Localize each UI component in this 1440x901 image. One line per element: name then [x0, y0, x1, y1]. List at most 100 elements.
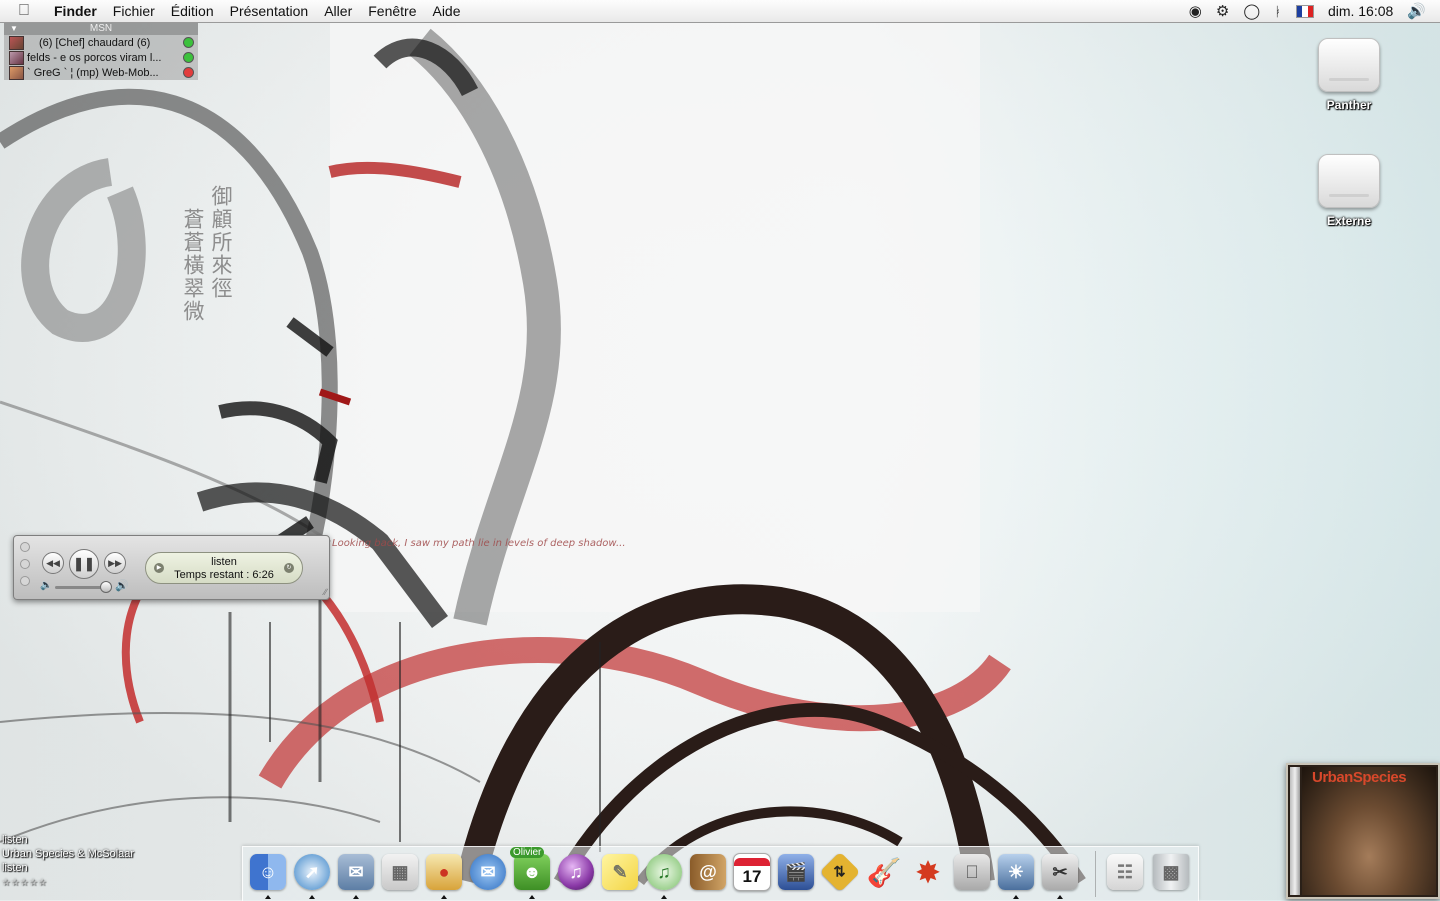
- speech-bubble-icon[interactable]: ◯: [1243, 2, 1260, 20]
- dock-item-trash[interactable]: ▩: [1151, 851, 1191, 893]
- imovie-icon: 🎬: [778, 854, 814, 890]
- dock-item-system-preferences[interactable]: : [952, 851, 992, 893]
- running-indicator: [309, 895, 315, 899]
- close-button[interactable]: [20, 542, 30, 552]
- dock-item-iphoto[interactable]: ☀: [996, 851, 1036, 899]
- desktop-icon-externe[interactable]: Externe: [1304, 154, 1394, 228]
- desktop-wallpaper: [0, 22, 1440, 900]
- msn-title-bar[interactable]: ▼ MSN: [4, 23, 198, 35]
- now-playing-track: listen: [2, 834, 28, 846]
- player-lcd-display[interactable]: ▶ listen Temps restant : 6:26 ↻: [145, 552, 303, 584]
- cd-case-spine: [1290, 767, 1300, 895]
- dock-item-safari[interactable]: ➚: [292, 851, 332, 899]
- running-indicator: [353, 895, 359, 899]
- dock-item-firewall[interactable]: ✸: [908, 851, 948, 893]
- gears-icon[interactable]: ⚙: [1216, 2, 1229, 20]
- msn-title: MSN: [89, 23, 113, 34]
- menu-app-finder[interactable]: Finder: [48, 0, 105, 22]
- dock-item-itunes[interactable]: ♫: [644, 851, 684, 899]
- next-track-button[interactable]: ▶▶: [104, 552, 126, 574]
- dock-item-audion[interactable]: ♫: [556, 851, 596, 893]
- contact-avatar: [9, 50, 24, 65]
- contact-name: (6) [Chef] chaudard (6): [39, 36, 151, 49]
- now-playing-album: listen: [2, 862, 28, 874]
- french-flag-icon[interactable]: [1295, 4, 1314, 18]
- running-indicator: [529, 895, 535, 899]
- menu-presentation[interactable]: Présentation: [222, 0, 317, 22]
- now-playing-info: listen Urban Species & McSolaar listen ☆…: [2, 833, 134, 889]
- album-art-widget[interactable]: UrbanSpecies: [1286, 763, 1440, 899]
- itunes-mini-player: ◀◀ ❚❚ ▶▶ 🔈 🔊 ▶ listen Temps restant : 6:…: [13, 535, 330, 600]
- msn-contact-row[interactable]: felds - e os porcos viram l...: [4, 50, 198, 65]
- window-buttons: [20, 542, 30, 586]
- menu-edition[interactable]: Édition: [163, 0, 222, 22]
- zoom-button[interactable]: [20, 576, 30, 586]
- menu-aller[interactable]: Aller: [316, 0, 360, 22]
- preview-icon: ▦: [382, 854, 418, 890]
- dock-item-garageband[interactable]: 🎸: [864, 851, 904, 893]
- dock-separator: [1095, 851, 1096, 897]
- track-title: listen: [211, 556, 237, 568]
- stickies-icon: ✎: [602, 854, 638, 890]
- dock-item-msn[interactable]: Olivier ☻: [510, 847, 552, 899]
- dock-item-transmit[interactable]: ⇅: [819, 851, 861, 893]
- menu-bar:  Finder Fichier Édition Présentation Al…: [0, 0, 1440, 23]
- now-playing-artist: Urban Species & McSolaar: [2, 848, 135, 860]
- rating-stars[interactable]: ☆☆☆☆☆: [2, 875, 134, 889]
- documents-stack-icon: ☷: [1107, 854, 1143, 890]
- menu-aide[interactable]: Aide: [424, 0, 468, 22]
- previous-track-button[interactable]: ◀◀: [42, 552, 64, 574]
- hard-disk-icon: [1318, 38, 1380, 92]
- dock-item-preview[interactable]: ▦: [380, 851, 420, 893]
- desktop-icon-panther[interactable]: Panther: [1304, 38, 1394, 112]
- msn-icon: ☻: [514, 854, 550, 890]
- contact-avatar: [9, 65, 24, 80]
- contact-name: ` GreG ` ¦ (mp) Web-Mob...: [27, 66, 159, 79]
- resize-grip-icon[interactable]: ∕∕: [324, 587, 327, 597]
- collapse-triangle-icon[interactable]: ▼: [10, 23, 18, 35]
- menubar-clock[interactable]: dim. 16:08: [1328, 3, 1393, 19]
- scissors-icon: ✂: [1042, 854, 1078, 890]
- dock-badge-label: Olivier: [510, 847, 545, 858]
- minimize-button[interactable]: [20, 559, 30, 569]
- volume-low-icon: 🔈: [40, 580, 53, 591]
- dock-item-ical[interactable]: 17: [732, 851, 772, 893]
- trash-icon: ▩: [1153, 854, 1189, 890]
- time-remaining[interactable]: Temps restant : 6:26: [146, 569, 302, 582]
- dock-item-finder[interactable]: ☺: [248, 851, 288, 899]
- dock-item-script-editor[interactable]: ✂: [1040, 851, 1080, 899]
- play-indicator-icon[interactable]: ▶: [154, 563, 164, 573]
- menu-fichier[interactable]: Fichier: [105, 0, 163, 22]
- mail-icon: ✉: [338, 854, 374, 890]
- purple-sphere-icon: ♫: [558, 854, 594, 890]
- dock-item-mail[interactable]: ✉: [336, 851, 376, 899]
- menu-fenetre[interactable]: Fenêtre: [360, 0, 424, 22]
- popcorn-icon: ●: [426, 854, 462, 890]
- snapback-icon[interactable]: ↻: [284, 563, 294, 573]
- pause-button[interactable]: ❚❚: [69, 549, 99, 579]
- firewire-disk-icon: [1318, 154, 1380, 208]
- dock-item-ichat[interactable]: ✉: [468, 851, 508, 893]
- running-indicator: [661, 895, 667, 899]
- ical-icon: 17: [733, 853, 771, 891]
- apple-menu-icon[interactable]: : [0, 2, 48, 20]
- ical-day: 17: [742, 866, 762, 886]
- dock-item-imovie[interactable]: 🎬: [776, 851, 816, 893]
- alien-icon[interactable]: ◉: [1189, 2, 1202, 20]
- bluetooth-icon[interactable]: ᛓ: [1274, 4, 1282, 19]
- volume-high-icon: 🔊: [115, 580, 129, 592]
- volume-icon[interactable]: 🔊: [1407, 2, 1426, 20]
- safari-icon: ➚: [294, 854, 330, 890]
- status-online-icon: [183, 37, 194, 48]
- dock-item-address-book[interactable]: @: [688, 851, 728, 893]
- msn-contact-row[interactable]: ` GreG ` ¦ (mp) Web-Mob...: [4, 65, 198, 80]
- iphoto-icon: ☀: [998, 854, 1034, 890]
- volume-slider-knob[interactable]: [100, 581, 112, 593]
- dock-item-popcorn[interactable]: ●: [424, 851, 464, 899]
- desktop-icon-label: Externe: [1326, 214, 1372, 228]
- running-indicator: [441, 895, 447, 899]
- dock-item-documents[interactable]: ☷: [1105, 851, 1145, 893]
- msn-contact-row[interactable]: (6) [Chef] chaudard (6): [4, 35, 198, 50]
- dock-item-stickies[interactable]: ✎: [600, 851, 640, 893]
- msn-contact-list: ▼ MSN (6) [Chef] chaudard (6) felds - e …: [4, 23, 198, 80]
